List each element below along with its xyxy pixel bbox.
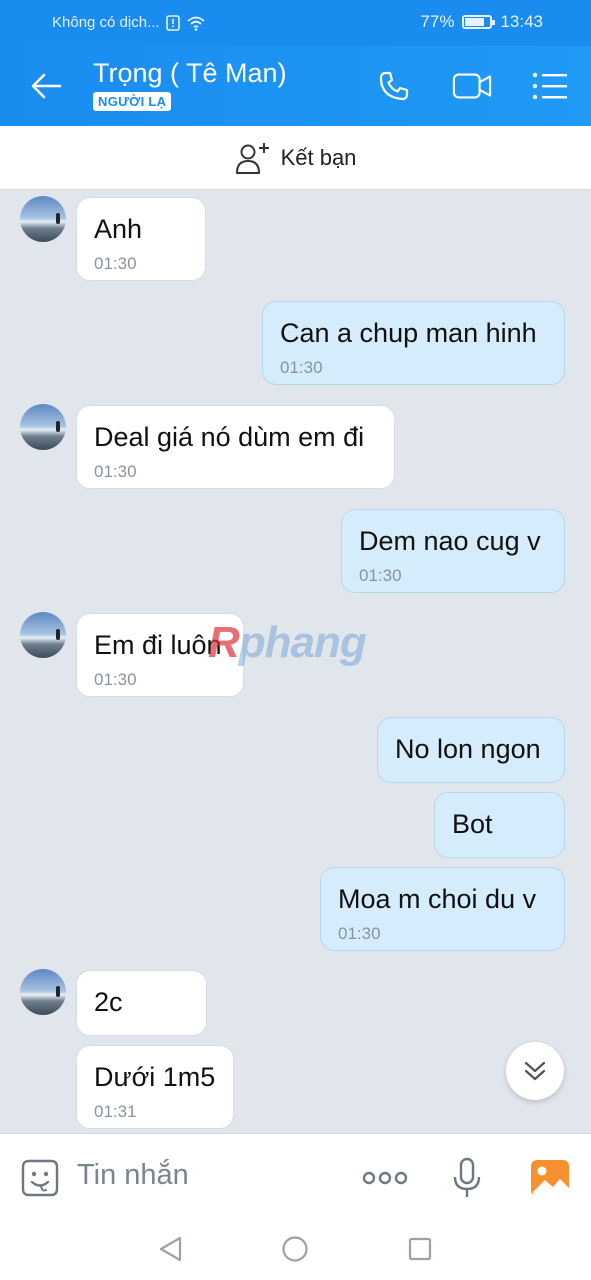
- contact-avatar[interactable]: [20, 196, 66, 242]
- send-image-button[interactable]: [528, 1156, 572, 1200]
- voice-call-button[interactable]: [374, 66, 414, 106]
- contact-avatar[interactable]: [20, 969, 66, 1015]
- system-nav-bar: [0, 1217, 591, 1280]
- message-text: Can a chup man hinh: [280, 318, 537, 348]
- clock: 13:43: [500, 12, 543, 31]
- status-right: 77% 13:43: [420, 12, 543, 32]
- message-text: Deal giá nó dùm em đi: [94, 422, 365, 452]
- sticker-icon: [21, 1159, 59, 1197]
- message-bubble-outgoing[interactable]: Moa m choi du v 01:30: [320, 867, 565, 951]
- chat-options-button[interactable]: [530, 66, 570, 106]
- back-arrow-icon: [31, 73, 62, 99]
- double-chevron-down-icon: [524, 1061, 546, 1081]
- message-bubble-outgoing[interactable]: Bot: [434, 792, 565, 858]
- message-text: Moa m choi du v: [338, 884, 537, 914]
- message-input-bar: Tin nhắn: [0, 1133, 591, 1217]
- nav-home-icon: [282, 1236, 308, 1262]
- nav-home-button[interactable]: [279, 1233, 311, 1265]
- more-options-button[interactable]: [362, 1164, 408, 1192]
- video-call-button[interactable]: [452, 66, 492, 106]
- microphone-icon: [453, 1157, 481, 1197]
- message-text: No lon ngon: [395, 734, 541, 764]
- battery-fill: [465, 18, 484, 26]
- sim-alert-icon: [165, 14, 180, 31]
- message-text: Bot: [452, 809, 493, 839]
- carrier-text: Không có dịch...: [52, 14, 160, 31]
- message-time: 01:31: [94, 1102, 137, 1121]
- add-friend-button[interactable]: Kết bạn: [0, 126, 591, 190]
- message-bubble-outgoing[interactable]: Dem nao cug v 01:30: [341, 509, 565, 593]
- message-time: 01:30: [94, 254, 137, 273]
- message-text: Dưới 1m5: [94, 1062, 216, 1092]
- message-bubble-incoming[interactable]: 2c: [76, 970, 207, 1036]
- message-time: 01:30: [359, 566, 402, 585]
- add-friend-label: Kết bạn: [280, 144, 357, 170]
- nav-back-icon: [159, 1236, 182, 1262]
- scroll-to-bottom-button[interactable]: [506, 1042, 564, 1100]
- menu-list-icon: [532, 72, 567, 100]
- wifi-icon: [186, 16, 205, 31]
- sticker-button[interactable]: [20, 1158, 60, 1198]
- message-time: 01:30: [94, 462, 137, 481]
- add-person-icon: [235, 142, 269, 174]
- message-bubble-incoming[interactable]: Dưới 1m5 01:31: [76, 1045, 234, 1129]
- nav-back-button[interactable]: [154, 1233, 186, 1265]
- message-input[interactable]: Tin nhắn: [77, 1159, 189, 1192]
- message-text: Dem nao cug v: [359, 526, 541, 556]
- message-text: 2c: [94, 987, 123, 1017]
- phone-icon: [379, 71, 409, 101]
- stranger-badge: NGƯỜI LẠ: [93, 92, 172, 111]
- message-bubble-incoming[interactable]: Anh 01:30: [76, 197, 206, 281]
- nav-recents-button[interactable]: [404, 1233, 436, 1265]
- contact-name[interactable]: Trọng ( Tê Man): [93, 58, 287, 89]
- message-bubble-incoming[interactable]: Deal giá nó dùm em đi 01:30: [76, 405, 395, 489]
- status-left: Không có dịch...: [52, 14, 206, 31]
- voice-message-button[interactable]: [450, 1156, 484, 1200]
- more-dots-icon: [362, 1171, 408, 1185]
- message-bubble-outgoing[interactable]: No lon ngon: [377, 717, 565, 783]
- message-bubble-outgoing[interactable]: Can a chup man hinh 01:30: [262, 301, 565, 385]
- chat-header: Trọng ( Tê Man) NGƯỜI LẠ: [0, 46, 591, 126]
- message-text: Em đi luôn: [94, 630, 222, 660]
- image-icon: [531, 1160, 569, 1196]
- message-time: 01:30: [94, 670, 137, 689]
- message-time: 01:30: [280, 358, 323, 377]
- back-button[interactable]: [26, 66, 66, 106]
- watermark-logo: Rphang: [208, 618, 367, 667]
- battery-icon: [462, 15, 496, 29]
- message-text: Anh: [94, 214, 143, 244]
- contact-avatar[interactable]: [20, 404, 66, 450]
- status-bar: Không có dịch... 77% 13:43: [0, 0, 591, 46]
- contact-avatar[interactable]: [20, 612, 66, 658]
- battery-percent: 77%: [420, 12, 455, 31]
- video-call-icon: [452, 73, 492, 99]
- nav-recents-icon: [408, 1237, 432, 1261]
- message-time: 01:30: [338, 924, 381, 943]
